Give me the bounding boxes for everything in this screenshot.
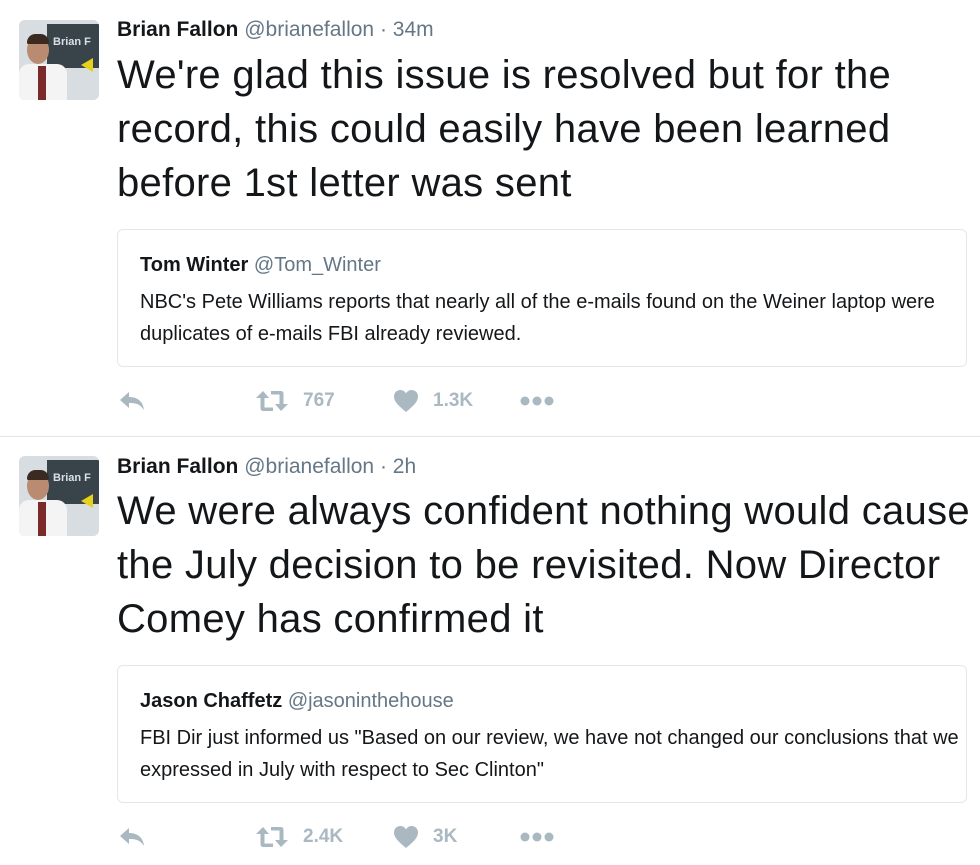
tweet-text: We were always confident nothing would c…	[117, 489, 970, 641]
tweet[interactable]: Brian F Brian Fallon @brianefallon · 34m…	[0, 0, 980, 437]
quoted-author-handle: @jasoninthehouse	[287, 690, 454, 712]
retweet-button[interactable]: 767	[255, 384, 335, 418]
like-count: 3K	[433, 826, 458, 847]
tweet[interactable]: Brian F Brian Fallon @brianefallon · 2h …	[0, 437, 980, 865]
retweet-button[interactable]: 2.4K	[255, 820, 343, 854]
like-button[interactable]: 1.3K	[393, 384, 473, 418]
heart-icon	[394, 390, 418, 412]
retweet-icon	[256, 391, 288, 411]
author-handle[interactable]: @brianefallon	[244, 455, 374, 478]
reply-icon	[120, 392, 144, 410]
author-name[interactable]: Brian Fallon	[117, 18, 238, 41]
quoted-tweet[interactable]: Jason Chaffetz @jasoninthehouse FBI Dir …	[117, 665, 967, 803]
tweet-actions: 2.4K 3K	[117, 820, 617, 854]
more-icon	[520, 396, 554, 406]
timestamp[interactable]: 34m	[393, 18, 434, 41]
reply-button[interactable]	[117, 384, 147, 418]
reply-button[interactable]	[117, 820, 147, 854]
retweet-count: 767	[303, 390, 335, 411]
reply-icon	[120, 828, 144, 846]
timestamp[interactable]: 2h	[393, 455, 416, 478]
quoted-author-handle: @Tom_Winter	[253, 254, 381, 276]
tweet-actions: 767 1.3K	[117, 384, 617, 418]
quoted-tweet[interactable]: Tom Winter @Tom_Winter NBC's Pete Willia…	[117, 229, 967, 367]
avatar-caption: Brian F	[53, 36, 91, 48]
avatar[interactable]: Brian F	[19, 456, 99, 536]
quoted-tweet-text: NBC's Pete Williams reports that nearly …	[140, 291, 935, 345]
author-handle[interactable]: @brianefallon	[244, 18, 374, 41]
separator: ·	[379, 455, 387, 478]
more-button[interactable]	[520, 820, 554, 854]
like-count: 1.3K	[433, 390, 474, 411]
quoted-author-name: Tom Winter	[140, 254, 249, 276]
more-icon	[520, 832, 554, 842]
more-button[interactable]	[520, 384, 554, 418]
tweet-text: We're glad this issue is resolved but fo…	[117, 53, 892, 205]
quoted-tweet-header: Jason Chaffetz @jasoninthehouse	[140, 690, 454, 713]
tweet-header: Brian Fallon @brianefallon · 2h	[117, 455, 416, 479]
quoted-author-name: Jason Chaffetz	[140, 690, 283, 712]
avatar-caption: Brian F	[53, 472, 91, 484]
retweet-icon	[256, 827, 288, 847]
quoted-tweet-text: FBI Dir just informed us "Based on our r…	[140, 727, 959, 781]
author-name[interactable]: Brian Fallon	[117, 455, 238, 478]
retweet-count: 2.4K	[303, 826, 344, 847]
tweet-header: Brian Fallon @brianefallon · 34m	[117, 18, 434, 42]
heart-icon	[394, 826, 418, 848]
like-button[interactable]: 3K	[393, 820, 457, 854]
avatar[interactable]: Brian F	[19, 20, 99, 100]
separator: ·	[379, 18, 387, 41]
quoted-tweet-header: Tom Winter @Tom_Winter	[140, 254, 381, 277]
